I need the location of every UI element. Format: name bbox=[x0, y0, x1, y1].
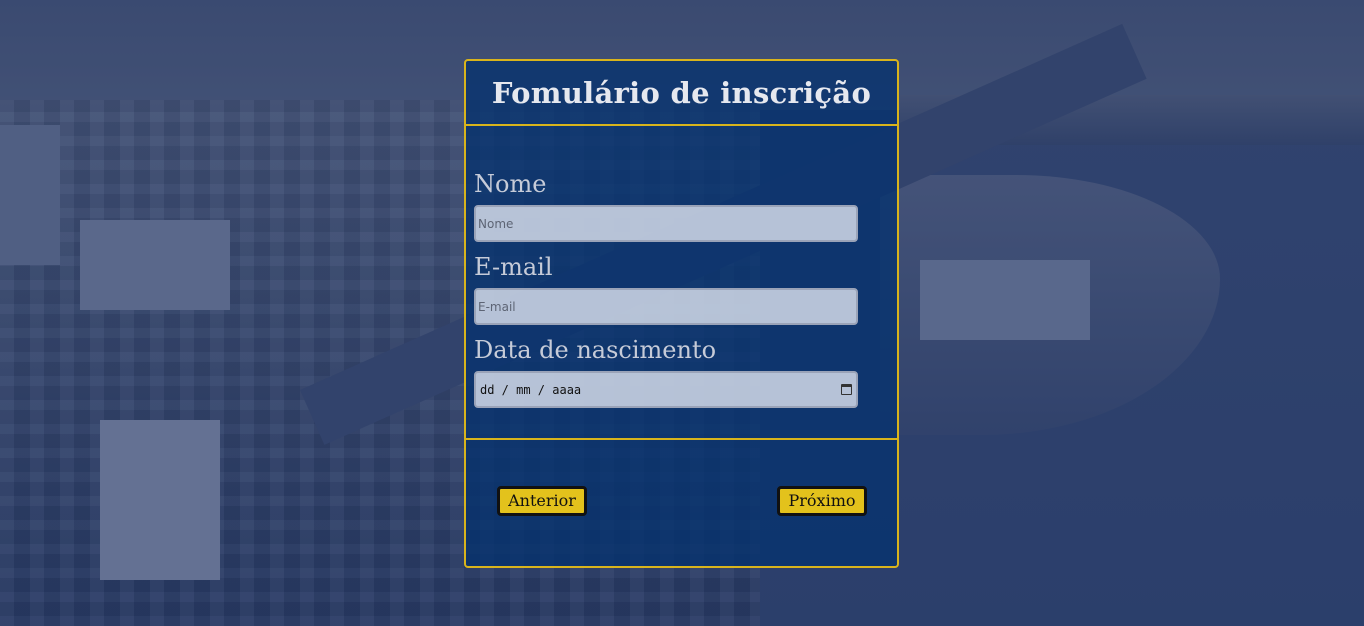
form-title: Fomulário de inscrição bbox=[491, 75, 872, 110]
birthdate-input[interactable]: dd / mm / aaaa bbox=[474, 371, 858, 408]
email-label: E-mail bbox=[474, 253, 553, 281]
form-header: Fomulário de inscrição bbox=[466, 61, 897, 126]
name-label: Nome bbox=[474, 170, 547, 198]
calendar-icon[interactable] bbox=[841, 384, 852, 395]
email-input[interactable] bbox=[474, 288, 858, 325]
name-input[interactable] bbox=[474, 205, 858, 242]
form-footer: Anterior Próximo bbox=[466, 440, 897, 564]
previous-button[interactable]: Anterior bbox=[497, 486, 587, 516]
form-body: Nome E-mail Data de nascimento dd / mm /… bbox=[466, 126, 897, 440]
birthdate-placeholder: dd / mm / aaaa bbox=[480, 382, 582, 397]
registration-form: Fomulário de inscrição Nome E-mail Data … bbox=[464, 59, 899, 568]
next-button[interactable]: Próximo bbox=[777, 486, 867, 516]
birthdate-label: Data de nascimento bbox=[474, 336, 717, 364]
